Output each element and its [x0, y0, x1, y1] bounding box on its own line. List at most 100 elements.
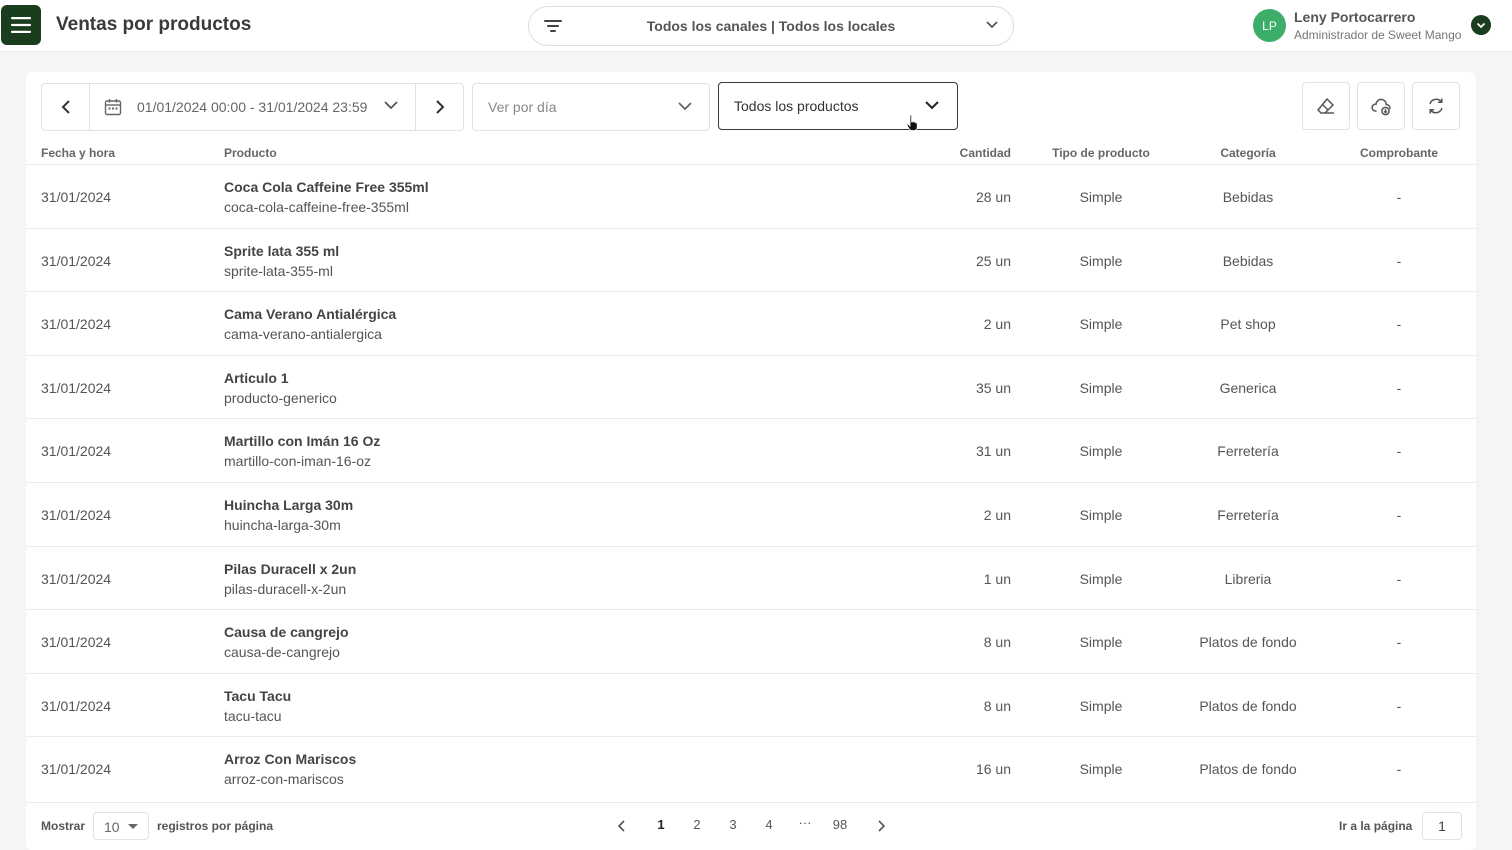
- chevron-right-icon: [435, 100, 444, 114]
- row-quantity: 8 un: [983, 634, 1011, 651]
- column-header-receipt[interactable]: Comprobante: [1349, 146, 1449, 160]
- row-category: Ferretería: [1217, 507, 1279, 523]
- caret-down-icon: [128, 824, 138, 829]
- chevron-left-icon: [61, 100, 70, 114]
- row-product-name: Pilas Duracell x 2un: [224, 560, 357, 577]
- row-date: 31/01/2024: [41, 570, 112, 587]
- row-product-type: Simple: [1079, 507, 1123, 523]
- page-2-button[interactable]: 2: [685, 817, 709, 832]
- row-product-slug: martillo-con-iman-16-oz: [224, 453, 372, 470]
- row-product-slug: sprite-lata-355-ml: [224, 262, 333, 279]
- table-row[interactable]: 31/01/2024 Arroz Con Mariscos arroz-con-ma…: [26, 736, 1476, 800]
- date-range-value: 01/01/2024 00:00 - 31/01/2024 23:59: [137, 99, 368, 115]
- table-header: Fecha y hora Producto Cantidad Tipo de p…: [26, 142, 1476, 164]
- row-category: Libreria: [1224, 570, 1272, 587]
- page-1-button[interactable]: 1: [649, 817, 673, 832]
- avatar[interactable]: LP: [1253, 9, 1286, 42]
- menu-button[interactable]: [1, 5, 41, 45]
- row-quantity: 25 un: [975, 252, 1011, 269]
- date-range-picker: 01/01/2024 00:00 - 31/01/2024 23:59: [41, 83, 464, 131]
- page-98-button[interactable]: 98: [828, 817, 852, 832]
- top-bar: Ventas por productos Todos los canales |…: [0, 0, 1512, 52]
- row-date: 31/01/2024: [41, 316, 112, 333]
- row-product-name: Cama Verano Antialérgica: [224, 306, 397, 323]
- row-product-type: Simple: [1079, 189, 1123, 205]
- row-product-name: Martillo con Imán 16 Oz: [224, 433, 381, 450]
- row-date: 31/01/2024: [41, 443, 112, 460]
- next-page-button[interactable]: [869, 819, 893, 833]
- row-quantity: 28 un: [975, 189, 1011, 205]
- table-row[interactable]: 31/01/2024 Cama Verano Antialérgica cama-v…: [26, 291, 1476, 355]
- product-filter-select[interactable]: Todos los productos: [718, 82, 958, 130]
- row-date: 31/01/2024: [41, 507, 112, 523]
- table-row[interactable]: 31/01/2024 Tacu Tacu tacu-tacu 8 un Simple Pl…: [26, 672, 1476, 737]
- row-product-type: Simple: [1079, 443, 1123, 460]
- row-product-slug: coca-cola-caffeine-free-355ml: [224, 199, 409, 215]
- row-product-type: Simple: [1079, 634, 1123, 651]
- channel-filter-label: Todos los canales | Todos los locales: [646, 18, 896, 34]
- table-row[interactable]: 31/01/2024 Martillo con Imán 16 Oz martill…: [26, 418, 1476, 482]
- table-row[interactable]: 31/01/2024 Causa de cangrejo causa-de-cang…: [26, 609, 1476, 673]
- view-by-select[interactable]: Ver por día: [472, 83, 710, 131]
- row-product-name: Huincha Larga 30m: [224, 497, 354, 513]
- page-3-button[interactable]: 3: [721, 817, 745, 832]
- goto-page-label: Ir a la página: [1339, 819, 1413, 833]
- row-category: Platos de fondo: [1199, 761, 1297, 778]
- row-product-type: Simple: [1079, 761, 1123, 778]
- row-receipt: -: [1396, 252, 1402, 269]
- clear-filters-button[interactable]: [1302, 82, 1350, 130]
- view-by-placeholder: Ver por día: [488, 99, 557, 115]
- product-filter-value: Todos los productos: [734, 98, 859, 114]
- row-date: 31/01/2024: [41, 761, 112, 778]
- row-product-type: Simple: [1079, 316, 1123, 333]
- row-date: 31/01/2024: [41, 634, 112, 651]
- user-role: Administrador de Sweet Mango: [1294, 28, 1462, 42]
- column-header-product-type[interactable]: Tipo de producto: [1051, 146, 1151, 160]
- previous-period-button[interactable]: [42, 84, 90, 130]
- next-period-button[interactable]: [415, 84, 463, 130]
- row-product-type: Simple: [1079, 252, 1123, 269]
- table-row[interactable]: 31/01/2024 Articulo 1 producto-generico 35 …: [26, 354, 1476, 419]
- table-row[interactable]: 31/01/2024 Sprite lata 355 ml sprite-lata-…: [26, 227, 1476, 292]
- row-product-name: Causa de cangrejo: [224, 624, 349, 641]
- cloud-download-icon: [1371, 98, 1391, 116]
- page-size-select[interactable]: 10: [93, 812, 149, 840]
- column-header-category[interactable]: Categoría: [1178, 146, 1318, 160]
- row-receipt: -: [1396, 634, 1402, 651]
- refresh-button[interactable]: [1412, 82, 1460, 130]
- row-product-type: Simple: [1079, 570, 1123, 587]
- row-date: 31/01/2024: [41, 697, 112, 714]
- row-receipt: -: [1396, 570, 1402, 587]
- page-4-button[interactable]: 4: [757, 817, 781, 832]
- row-category: Pet shop: [1220, 316, 1276, 333]
- row-quantity: 2 un: [983, 507, 1011, 523]
- previous-page-button[interactable]: [610, 819, 634, 833]
- download-button[interactable]: [1357, 82, 1405, 130]
- row-category: Generica: [1219, 379, 1277, 396]
- row-receipt: -: [1396, 316, 1402, 333]
- goto-page-input[interactable]: 1: [1422, 812, 1462, 840]
- user-menu-button[interactable]: [1471, 15, 1491, 35]
- eraser-icon: [1317, 98, 1334, 114]
- row-quantity: 1 un: [983, 570, 1011, 587]
- table-row[interactable]: 31/01/2024 Huincha Larga 30m huincha-larga…: [26, 482, 1476, 546]
- date-range-select[interactable]: 01/01/2024 00:00 - 31/01/2024 23:59: [90, 84, 416, 130]
- page-title: Ventas por productos: [56, 14, 252, 35]
- row-product-slug: arroz-con-mariscos: [224, 771, 344, 788]
- column-header-quantity[interactable]: Cantidad: [960, 146, 1011, 160]
- column-header-product[interactable]: Producto: [224, 146, 277, 160]
- user-name: Leny Portocarrero: [1294, 9, 1416, 25]
- row-quantity: 31 un: [975, 443, 1011, 460]
- row-product-name: Sprite lata 355 ml: [224, 242, 340, 259]
- row-category: Platos de fondo: [1199, 697, 1297, 714]
- row-product-slug: pilas-duracell-x-2un: [224, 580, 347, 597]
- row-product-name: Arroz Con Mariscos: [224, 751, 357, 768]
- table-row[interactable]: 31/01/2024 Coca Cola Caffeine Free 355ml c…: [26, 164, 1476, 228]
- column-header-date[interactable]: Fecha y hora: [41, 146, 115, 160]
- hand-pointer-icon: [906, 114, 918, 131]
- row-product-type: Simple: [1079, 697, 1123, 714]
- row-product-slug: cama-verano-antialergica: [224, 326, 382, 343]
- table-row[interactable]: 31/01/2024 Pilas Duracell x 2un pilas-dura…: [26, 545, 1476, 610]
- channel-filter-select[interactable]: Todos los canales | Todos los locales: [528, 6, 1014, 46]
- chevron-down-icon: [384, 101, 398, 110]
